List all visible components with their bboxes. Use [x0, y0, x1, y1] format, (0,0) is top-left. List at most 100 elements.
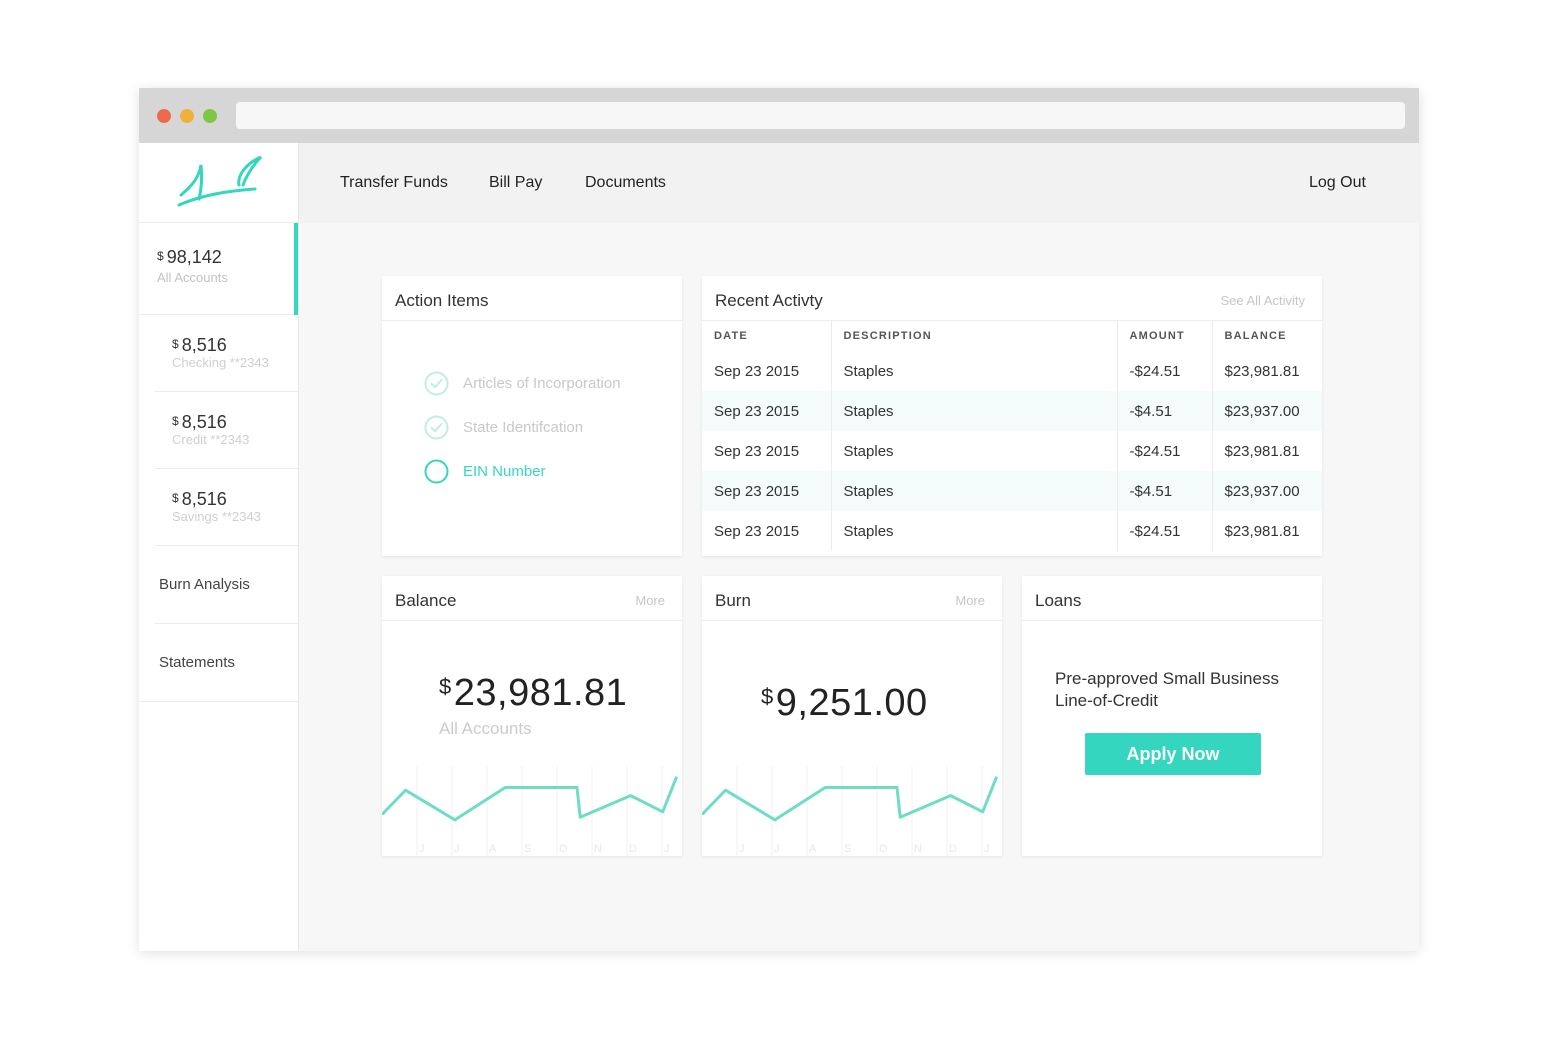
sidebar-item-label: Statements [159, 654, 235, 671]
close-window-button[interactable] [157, 109, 171, 123]
x-tick-label: J [664, 843, 670, 855]
browser-window: $98,142 All Accounts $8,516 Checking **2… [139, 88, 1419, 951]
apply-now-button[interactable]: Apply Now [1085, 733, 1261, 775]
table-row[interactable]: Sep 23 2015 Staples -$4.51 $23,937.00 [702, 391, 1322, 431]
column-header: BALANCE [1224, 330, 1287, 342]
amount-cell: -$24.51 [1117, 511, 1213, 551]
date-cell: Sep 23 2015 [702, 511, 832, 551]
series-line [382, 776, 679, 822]
balance-cell: $23,981.81 [1224, 362, 1300, 380]
account-amount: $8,516 [172, 335, 227, 355]
x-tick-label: O [879, 843, 888, 855]
account-label: Credit **2343 [172, 432, 250, 447]
balance-cell: $23,937.00 [1212, 471, 1322, 511]
action-item-label: EIN Number [463, 463, 546, 480]
date-cell: Sep 23 2015 [702, 431, 832, 471]
nav-documents[interactable]: Documents [585, 174, 666, 192]
see-all-activity-link[interactable]: See All Activity [1220, 293, 1305, 308]
check-circle-icon [424, 415, 449, 440]
table-row[interactable]: Sep 23 2015 Staples -$24.51 $23,981.81 [702, 511, 1322, 551]
card-title: Burn [715, 591, 751, 610]
brand-logo-icon [177, 155, 263, 207]
x-tick-label: N [594, 843, 602, 855]
card-title: Recent Activty [715, 291, 823, 310]
sidebar-all-accounts[interactable]: $98,142 All Accounts [139, 223, 298, 315]
recent-activity-card: Recent Activty See All Activity DATE DES… [702, 276, 1322, 556]
action-items-card: Action Items Articles of Incorporation S… [382, 276, 682, 556]
activity-table: DATE DESCRIPTION AMOUNT BALANCE Sep 23 2… [702, 321, 1322, 551]
amount-cell: -$4.51 [1117, 471, 1213, 511]
nav-transfer-funds[interactable]: Transfer Funds [340, 174, 448, 192]
all-accounts-amount: $98,142 [157, 247, 222, 267]
log-out-link[interactable]: Log Out [1309, 174, 1366, 192]
x-tick-label: J [984, 843, 990, 855]
sidebar: $98,142 All Accounts $8,516 Checking **2… [139, 143, 299, 951]
column-header: DATE [702, 321, 832, 351]
sidebar-item-label: Burn Analysis [159, 576, 250, 593]
sidebar-item-burn-analysis[interactable]: Burn Analysis [155, 546, 298, 624]
sidebar-account-checking[interactable]: $8,516 Checking **2343 [155, 315, 298, 392]
table-row[interactable]: Sep 23 2015 Staples -$4.51 $23,937.00 [702, 471, 1322, 511]
card-header: Recent Activty See All Activity [702, 276, 1322, 321]
x-tick-label: J [419, 843, 425, 855]
card-title: Action Items [395, 291, 489, 310]
x-tick-label: D [629, 843, 637, 855]
sidebar-account-credit[interactable]: $8,516 Credit **2343 [155, 392, 298, 469]
account-label: Savings **2343 [172, 509, 261, 524]
balance-sparkline: JJASONDJ [382, 766, 679, 856]
balance-cell: $23,937.00 [1212, 391, 1322, 431]
account-amount: $8,516 [172, 412, 227, 432]
x-tick-label: D [949, 843, 957, 855]
burn-card: Burn More $9,251.00 J J A S O N D J [702, 576, 1002, 856]
x-tick-label: N [914, 843, 922, 855]
maximize-window-button[interactable] [203, 109, 217, 123]
burn-sparkline: JJASONDJ [702, 766, 999, 856]
card-header: Loans [1022, 576, 1322, 621]
action-item-label: State Identifcation [463, 419, 584, 436]
loan-offer-text: Pre-approved Small Business Line-of-Cred… [1055, 669, 1279, 710]
description-cell: Staples [831, 511, 1118, 551]
minimize-window-button[interactable] [180, 109, 194, 123]
x-tick-label: O [559, 843, 568, 855]
amount-cell: -$24.51 [1117, 431, 1213, 471]
loans-card: Loans Pre-approved Small Business Line-o… [1022, 576, 1322, 856]
table-header-row: DATE DESCRIPTION AMOUNT BALANCE [702, 321, 1322, 351]
column-header: DESCRIPTION [831, 321, 1118, 351]
card-header: Action Items [382, 276, 682, 321]
sidebar-item-statements[interactable]: Statements [139, 624, 298, 702]
description-cell: Staples [831, 391, 1118, 431]
x-tick-label: J [454, 843, 460, 855]
table-row[interactable]: Sep 23 2015 Staples -$24.51 $23,981.81 [702, 431, 1322, 471]
x-tick-label: J [739, 843, 745, 855]
balance-amount: $23,981.81 [439, 672, 628, 714]
x-tick-label: S [524, 843, 531, 855]
action-item-label: Articles of Incorporation [463, 375, 621, 392]
logo[interactable] [139, 143, 298, 223]
more-link[interactable]: More [635, 593, 665, 608]
all-accounts-label: All Accounts [157, 270, 228, 285]
balance-cell: $23,981.81 [1224, 522, 1300, 540]
description-cell: Staples [831, 431, 1118, 471]
empty-circle-icon [424, 459, 449, 484]
amount-cell: -$4.51 [1117, 391, 1213, 431]
date-cell: Sep 23 2015 [702, 391, 832, 431]
more-link[interactable]: More [955, 593, 985, 608]
table-row[interactable]: Sep 23 2015 Staples -$24.51 $23,981.81 [702, 351, 1322, 391]
balance-cell: $23,981.81 [1224, 442, 1300, 460]
description-cell: Staples [831, 351, 1118, 391]
description-cell: Staples [831, 471, 1118, 511]
x-tick-label: J [774, 843, 780, 855]
address-bar[interactable] [236, 102, 1405, 129]
balance-sub-label: All Accounts [439, 719, 532, 738]
nav-bill-pay[interactable]: Bill Pay [489, 174, 542, 192]
burn-amount: $9,251.00 [761, 682, 928, 724]
x-tick-label: A [489, 843, 497, 855]
browser-titlebar [139, 88, 1419, 143]
top-navigation: Transfer Funds Bill Pay Documents Log Ou… [299, 143, 1419, 223]
sidebar-account-savings[interactable]: $8,516 Savings **2343 [155, 469, 298, 546]
series-line [702, 776, 999, 822]
card-header: Burn More [702, 576, 1002, 621]
x-tick-label: S [844, 843, 851, 855]
account-label: Checking **2343 [172, 355, 269, 370]
x-tick-label: A [809, 843, 817, 855]
